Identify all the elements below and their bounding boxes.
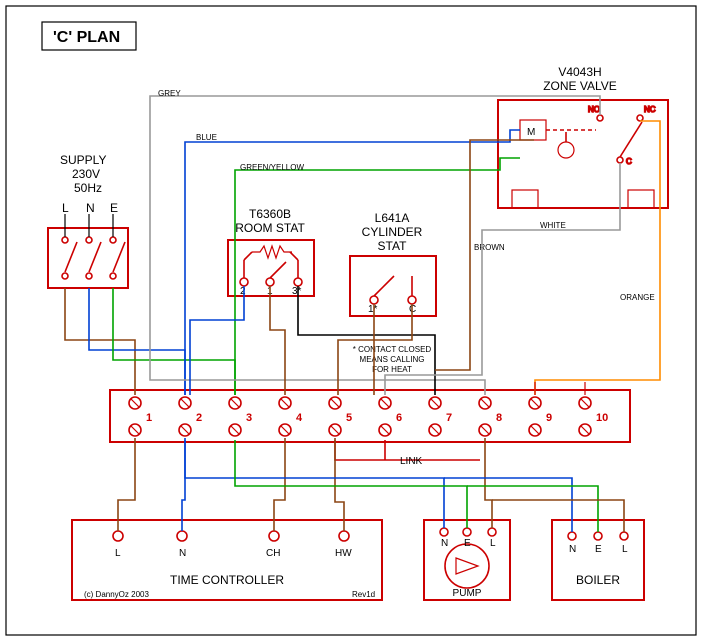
svg-text:GREEN/YELLOW: GREEN/YELLOW [240,163,304,172]
svg-text:NC: NC [644,105,656,114]
svg-text:C: C [626,157,632,166]
svg-text:BOILER: BOILER [576,573,620,587]
svg-text:4: 4 [296,412,303,424]
link-label: LINK [400,456,423,467]
cylstat-label-2: CYLINDER [362,225,423,239]
svg-text:9: 9 [546,412,552,424]
svg-text:N: N [441,538,448,549]
svg-text:ORANGE: ORANGE [620,293,655,302]
svg-text:L: L [490,538,496,549]
svg-text:E: E [464,538,471,549]
supply-label-3: 50Hz [74,181,102,195]
footer-rev: Rev1d [352,590,375,599]
svg-text:8: 8 [496,412,502,424]
cylstat-label-3: STAT [378,239,408,253]
svg-text:L: L [622,544,628,555]
svg-text:BLUE: BLUE [196,133,217,142]
svg-text:2: 2 [240,286,246,297]
zonevalve-label-1: V4043H [558,65,601,79]
wiring-diagram: 'C' PLAN SUPPLY 230V 50Hz L N E 1 [0,0,702,641]
svg-text:3*: 3* [292,286,302,297]
supply-label-2: 230V [72,167,100,181]
svg-text:WHITE: WHITE [540,221,566,230]
svg-text:10: 10 [596,412,608,424]
svg-text:M: M [527,127,535,138]
cylstat-label-1: L641A [375,211,410,225]
supply-n: N [86,201,95,215]
svg-text:1: 1 [146,412,152,424]
svg-text:FOR HEAT: FOR HEAT [372,365,412,374]
timectl-label: TIME CONTROLLER [170,573,284,587]
title-text: 'C' PLAN [53,29,120,46]
svg-text:HW: HW [335,548,352,559]
svg-text:GREY: GREY [158,89,181,98]
svg-text:* CONTACT CLOSED: * CONTACT CLOSED [353,345,432,354]
cylstat-box [350,256,436,316]
svg-text:BROWN: BROWN [474,243,505,252]
svg-text:E: E [595,544,602,555]
supply-e: E [110,201,118,215]
svg-text:L: L [115,548,121,559]
svg-text:6: 6 [396,412,402,424]
zonevalve-label-2: ZONE VALVE [543,79,617,93]
svg-text:MEANS CALLING: MEANS CALLING [360,355,425,364]
svg-text:3: 3 [246,412,252,424]
footer-copy: (c) DannyOz 2003 [84,590,149,599]
roomstat-label-1: T6360B [249,207,291,221]
svg-text:CH: CH [266,548,280,559]
svg-text:2: 2 [196,412,202,424]
supply-label-1: SUPPLY [60,153,106,167]
svg-text:NO: NO [588,105,600,114]
svg-text:N: N [569,544,576,555]
supply-l: L [62,201,69,215]
svg-text:1*: 1* [368,304,378,315]
svg-text:N: N [179,548,186,559]
timectl-box [72,520,382,600]
roomstat-label-2: ROOM STAT [235,221,305,235]
svg-text:7: 7 [446,412,452,424]
svg-text:PUMP: PUMP [453,588,482,599]
svg-text:5: 5 [346,412,352,424]
